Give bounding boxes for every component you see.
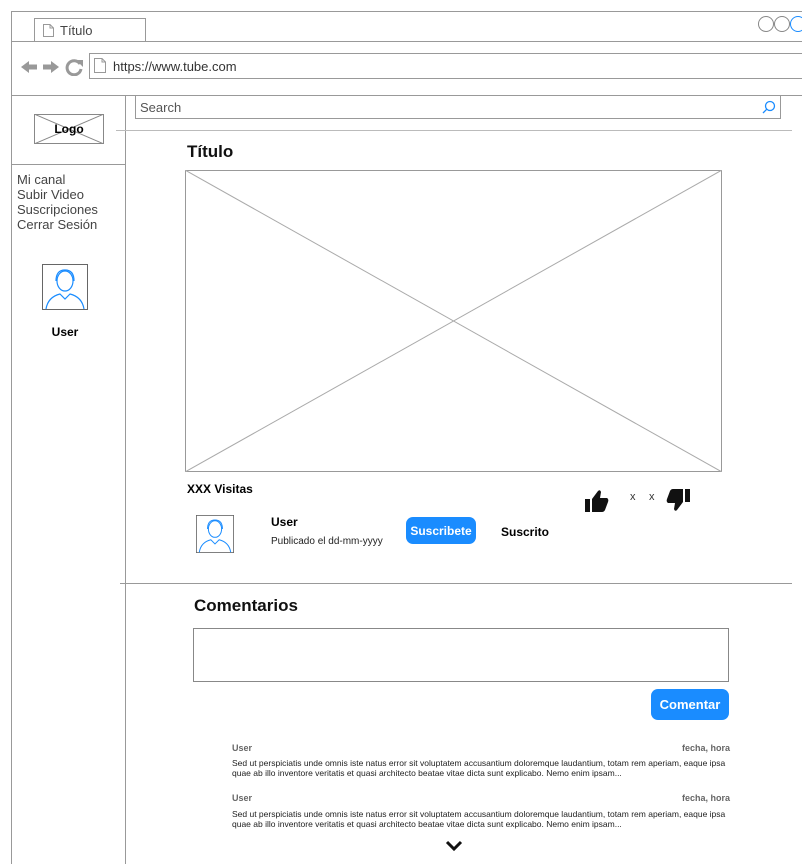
sidebar-item-cerrar-sesion[interactable]: Cerrar Sesión bbox=[17, 217, 98, 232]
page-icon bbox=[94, 58, 106, 78]
comment-date: fecha, hora bbox=[681, 793, 730, 803]
sidebar-username: User bbox=[51, 325, 79, 339]
load-more-button[interactable] bbox=[444, 839, 464, 858]
user-avatar-icon bbox=[196, 515, 234, 553]
tab-divider bbox=[12, 41, 802, 42]
comments-title: Comentarios bbox=[194, 596, 298, 615]
dislike-count: x bbox=[649, 491, 655, 503]
comment-submit-button[interactable]: Comentar bbox=[651, 689, 729, 720]
video-title: Título bbox=[187, 142, 234, 161]
window-minimize-button[interactable] bbox=[758, 16, 774, 32]
reload-icon[interactable] bbox=[65, 59, 83, 77]
tab-title: Título bbox=[60, 23, 93, 38]
sidebar-item-subir-video[interactable]: Subir Video bbox=[17, 187, 98, 202]
dislike-button[interactable] bbox=[665, 488, 691, 517]
browser-window: Título https://www.tube.com Logo Mi cana… bbox=[11, 11, 802, 864]
comment-author[interactable]: User bbox=[232, 793, 252, 803]
video-player[interactable] bbox=[184, 169, 723, 473]
comment-input[interactable] bbox=[193, 628, 729, 682]
sidebar: Logo Mi canal Subir Video Suscripciones … bbox=[12, 96, 126, 864]
address-bar[interactable]: https://www.tube.com bbox=[89, 53, 802, 79]
window-close-button[interactable] bbox=[790, 16, 802, 32]
sidebar-menu: Mi canal Subir Video Suscripciones Cerra… bbox=[17, 172, 98, 232]
sidebar-item-suscripciones[interactable]: Suscripciones bbox=[17, 202, 98, 217]
channel-avatar[interactable] bbox=[196, 515, 234, 553]
like-count: x bbox=[630, 491, 636, 503]
sidebar-item-mi-canal[interactable]: Mi canal bbox=[17, 172, 98, 187]
chevron-down-icon bbox=[445, 840, 463, 852]
subscribed-label: Suscrito bbox=[501, 525, 550, 539]
comment-text: Sed ut perspiciatis unde omnis iste natu… bbox=[232, 758, 726, 778]
avatar[interactable] bbox=[42, 264, 88, 310]
logo[interactable]: Logo bbox=[33, 113, 105, 145]
forward-arrow-icon[interactable] bbox=[43, 61, 59, 73]
window-maximize-button[interactable] bbox=[774, 16, 790, 32]
comment-text: Sed ut perspiciatis unde omnis iste natu… bbox=[232, 809, 726, 829]
header-divider bbox=[116, 130, 792, 131]
subscribe-button[interactable]: Suscribete bbox=[406, 517, 476, 544]
video-placeholder-icon bbox=[184, 169, 723, 473]
navigation-buttons bbox=[20, 58, 84, 81]
search-placeholder: Search bbox=[140, 100, 182, 115]
video-views: XXX Visitas bbox=[187, 482, 253, 496]
browser-tab[interactable]: Título bbox=[34, 18, 146, 42]
user-avatar-icon bbox=[42, 264, 88, 310]
thumbs-down-icon bbox=[666, 489, 690, 511]
publish-date: Publicado el dd-mm-yyyy bbox=[271, 536, 383, 547]
comment-date: fecha, hora bbox=[681, 743, 730, 753]
channel-name[interactable]: User bbox=[271, 515, 298, 529]
section-divider bbox=[120, 583, 792, 584]
logo-label: Logo bbox=[54, 122, 84, 136]
search-input[interactable]: Search bbox=[135, 95, 781, 119]
url-text: https://www.tube.com bbox=[113, 59, 237, 74]
like-button[interactable] bbox=[584, 489, 610, 518]
sidebar-divider bbox=[12, 164, 126, 165]
search-icon[interactable] bbox=[762, 100, 776, 119]
comment-author[interactable]: User bbox=[232, 743, 252, 753]
thumbs-up-icon bbox=[585, 490, 609, 512]
page-icon bbox=[43, 24, 54, 42]
back-arrow-icon[interactable] bbox=[21, 61, 37, 73]
